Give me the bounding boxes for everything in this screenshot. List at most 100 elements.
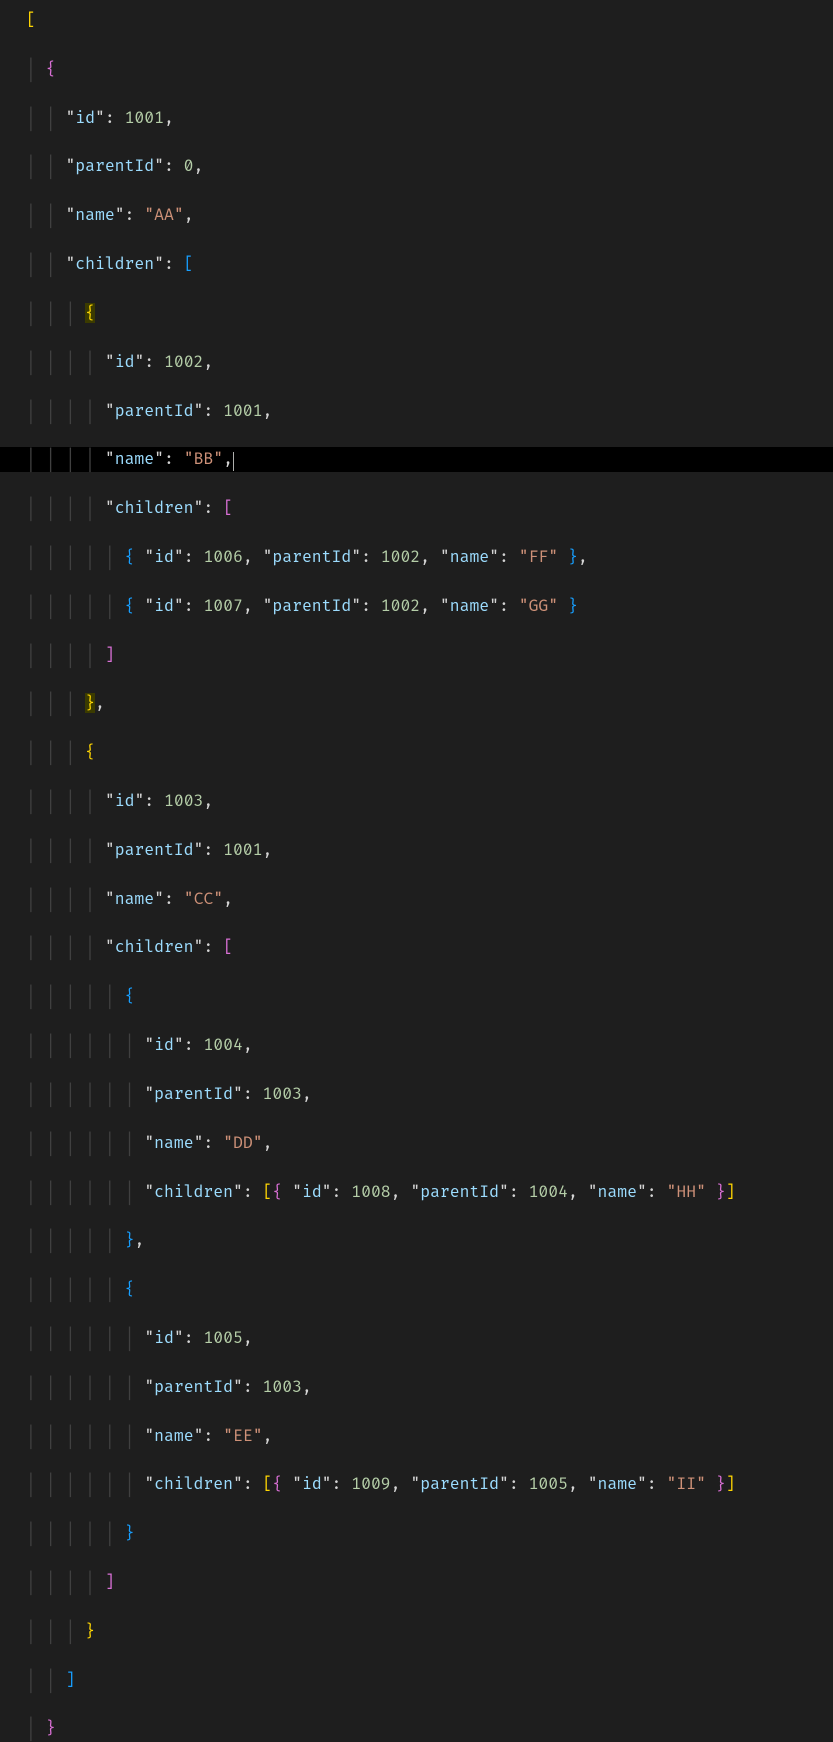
brace-open: {: [85, 742, 95, 762]
json-number: 1005: [529, 1474, 568, 1494]
json-key-id: id: [154, 547, 174, 567]
code-line[interactable]: │ │ │ │ │ │ "name": "EE",: [20, 1424, 833, 1448]
json-string: "DD": [223, 1133, 262, 1153]
json-key-parentid: parentId: [272, 596, 351, 616]
code-line[interactable]: │ │ │ {: [20, 301, 833, 325]
bracket-open: [: [223, 498, 233, 518]
code-line[interactable]: │ │ "id": 1001,: [20, 106, 833, 130]
json-key-name: name: [115, 889, 154, 909]
code-line[interactable]: │ │ │ │ │ }: [20, 1521, 833, 1545]
json-key-parentid: parentId: [420, 1182, 499, 1202]
json-key-id: id: [75, 108, 95, 128]
code-line[interactable]: │ }: [20, 1716, 833, 1740]
code-line-active[interactable]: │ │ │ │ "name": "BB",: [20, 447, 833, 471]
code-line[interactable]: │ │ │ }: [20, 1619, 833, 1643]
json-key-children: children: [115, 498, 194, 518]
code-line[interactable]: │ │ ]: [20, 1668, 833, 1692]
brace-open: {: [125, 1279, 135, 1299]
json-key-children: children: [154, 1474, 233, 1494]
bracket-open: [: [184, 254, 194, 274]
text-cursor: [233, 452, 234, 471]
brace-open: {: [272, 1182, 282, 1202]
code-line[interactable]: │ │ "parentId": 0,: [20, 154, 833, 178]
code-line[interactable]: │ │ │ │ "parentId": 1001,: [20, 838, 833, 862]
code-line[interactable]: │ │ │ │ "children": [: [20, 496, 833, 520]
json-number: 1003: [263, 1084, 302, 1104]
code-editor[interactable]: [ │ { │ │ "id": 1001, │ │ "parentId": 0,…: [0, 0, 833, 1742]
json-key-name: name: [75, 205, 114, 225]
code-line[interactable]: │ │ │ │ │ │ "id": 1005,: [20, 1326, 833, 1350]
json-key-children: children: [75, 254, 154, 274]
json-number: 1005: [203, 1328, 242, 1348]
code-line[interactable]: │ │ │ │ "parentId": 1001,: [20, 399, 833, 423]
brace-close: }: [125, 1523, 135, 1543]
bracket-open: [: [263, 1474, 273, 1494]
code-line[interactable]: │ │ │ │ "name": "CC",: [20, 887, 833, 911]
code-line[interactable]: [: [20, 8, 833, 32]
json-number: 1002: [164, 352, 203, 372]
code-line[interactable]: │ │ │ │ │ {: [20, 984, 833, 1008]
json-key-children: children: [115, 937, 194, 957]
code-line[interactable]: │ │ │ },: [20, 691, 833, 715]
json-key-id: id: [302, 1182, 322, 1202]
code-line[interactable]: │ │ │ │ │ │ "parentId": 1003,: [20, 1375, 833, 1399]
bracket-close: ]: [105, 645, 115, 665]
json-number: 1009: [351, 1474, 390, 1494]
code-line[interactable]: │ │ │ {: [20, 740, 833, 764]
json-string: "AA": [144, 205, 183, 225]
brace-close: }: [125, 1230, 135, 1250]
code-line[interactable]: │ │ │ │ │ │ "parentId": 1003,: [20, 1082, 833, 1106]
brace-close-matched: }: [85, 693, 95, 713]
bracket-close: ]: [65, 1670, 75, 1690]
bracket-close: ]: [726, 1474, 736, 1494]
json-number: 1002: [381, 547, 420, 567]
code-line[interactable]: │ │ │ │ "id": 1002,: [20, 350, 833, 374]
brace-open: {: [46, 59, 56, 79]
code-line[interactable]: │ │ │ │ ]: [20, 1570, 833, 1594]
json-string: "CC": [184, 889, 223, 909]
json-number: 1001: [223, 401, 262, 421]
json-key-parentid: parentId: [272, 547, 351, 567]
code-line[interactable]: │ │ │ │ │ │ "name": "DD",: [20, 1131, 833, 1155]
json-key-name: name: [598, 1474, 637, 1494]
json-key-id: id: [115, 352, 135, 372]
code-line[interactable]: │ │ │ │ │ { "id": 1006, "parentId": 1002…: [20, 545, 833, 569]
code-line[interactable]: │ │ "name": "AA",: [20, 203, 833, 227]
json-key-parentid: parentId: [75, 156, 154, 176]
json-number: 1003: [263, 1377, 302, 1397]
json-string: "II": [667, 1474, 706, 1494]
code-line[interactable]: │ │ │ │ │ },: [20, 1228, 833, 1252]
json-string: "FF": [519, 547, 558, 567]
json-key-parentid: parentId: [420, 1474, 499, 1494]
brace-close: }: [716, 1182, 726, 1202]
json-key-name: name: [598, 1182, 637, 1202]
json-key-name: name: [115, 449, 154, 469]
json-key-name: name: [450, 547, 489, 567]
code-line[interactable]: │ │ │ │ ]: [20, 643, 833, 667]
json-key-id: id: [154, 1035, 174, 1055]
json-string: "HH": [667, 1182, 706, 1202]
code-line[interactable]: │ │ │ │ "id": 1003,: [20, 789, 833, 813]
brace-open: {: [125, 596, 135, 616]
brace-open-matched: {: [85, 303, 95, 323]
json-number: 1006: [203, 547, 242, 567]
code-line[interactable]: │ │ │ │ │ │ "children": [{ "id": 1008, "…: [20, 1180, 833, 1204]
code-line[interactable]: │ │ │ │ │ │ "id": 1004,: [20, 1033, 833, 1057]
brace-open: {: [125, 547, 135, 567]
brace-close: }: [568, 547, 578, 567]
json-string: "GG": [519, 596, 558, 616]
code-line[interactable]: │ │ │ │ │ {: [20, 1277, 833, 1301]
code-line[interactable]: │ │ "children": [: [20, 252, 833, 276]
json-string: "BB": [184, 449, 223, 469]
code-line[interactable]: │ │ │ │ │ │ "children": [{ "id": 1009, "…: [20, 1472, 833, 1496]
bracket-open: [: [26, 10, 36, 30]
bracket-close: ]: [105, 1572, 115, 1592]
code-line[interactable]: │ {: [20, 57, 833, 81]
json-key-id: id: [302, 1474, 322, 1494]
json-number: 1003: [164, 791, 203, 811]
json-number: 1008: [351, 1182, 390, 1202]
code-line[interactable]: │ │ │ │ │ { "id": 1007, "parentId": 1002…: [20, 594, 833, 618]
brace-open: {: [125, 986, 135, 1006]
json-key-id: id: [154, 596, 174, 616]
code-line[interactable]: │ │ │ │ "children": [: [20, 935, 833, 959]
